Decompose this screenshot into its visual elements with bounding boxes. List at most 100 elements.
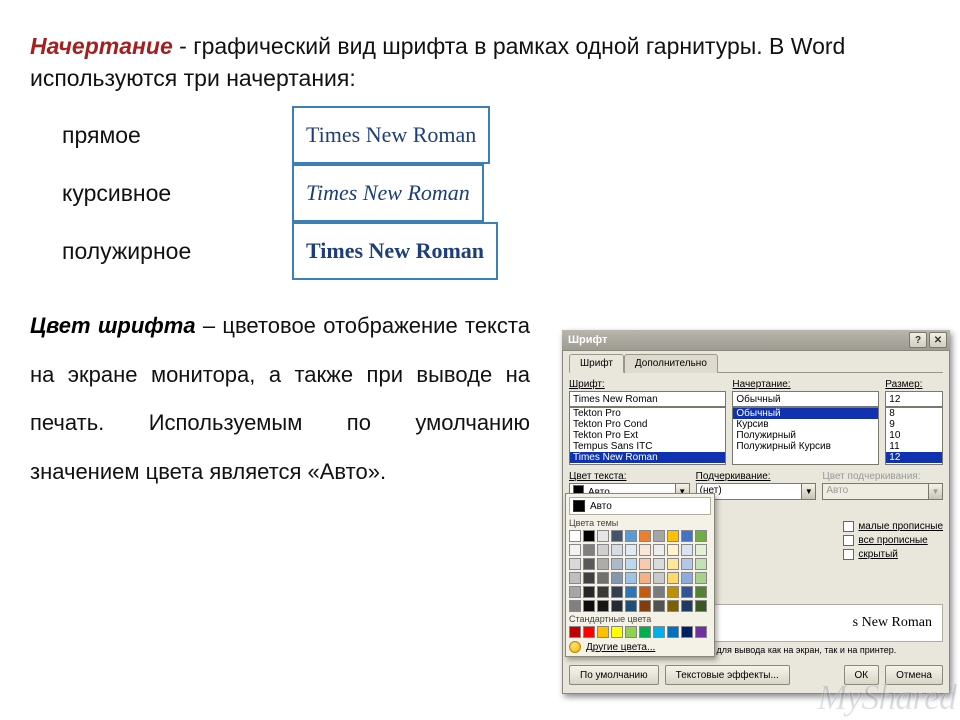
color-swatch[interactable] bbox=[639, 586, 651, 598]
list-option[interactable]: Tekton Pro bbox=[570, 408, 725, 419]
color-swatch[interactable] bbox=[597, 544, 609, 556]
color-swatch[interactable] bbox=[611, 530, 623, 542]
color-swatch[interactable] bbox=[667, 558, 679, 570]
list-option[interactable]: 9 bbox=[886, 419, 942, 430]
list-option[interactable]: Обычный bbox=[733, 408, 878, 419]
color-swatch[interactable] bbox=[597, 558, 609, 570]
style-input[interactable] bbox=[732, 391, 879, 407]
color-swatch[interactable] bbox=[569, 558, 581, 570]
titlebar[interactable]: Шрифт ? ✕ bbox=[562, 330, 950, 350]
color-swatch[interactable] bbox=[625, 600, 637, 612]
default-button[interactable]: По умолчанию bbox=[569, 665, 659, 685]
color-swatch[interactable] bbox=[639, 558, 651, 570]
list-option[interactable]: Полужирный Курсив bbox=[733, 441, 878, 452]
color-swatch[interactable] bbox=[681, 544, 693, 556]
list-option[interactable]: Tekton Pro Cond bbox=[570, 419, 725, 430]
color-swatch[interactable] bbox=[597, 586, 609, 598]
color-swatch[interactable] bbox=[681, 600, 693, 612]
color-swatch[interactable] bbox=[695, 626, 707, 638]
color-swatch[interactable] bbox=[695, 600, 707, 612]
color-swatch[interactable] bbox=[611, 558, 623, 570]
checkbox-hidden[interactable]: скрытый bbox=[843, 549, 943, 560]
color-swatch[interactable] bbox=[653, 626, 665, 638]
color-swatch[interactable] bbox=[639, 544, 651, 556]
color-swatch[interactable] bbox=[653, 600, 665, 612]
color-swatch[interactable] bbox=[695, 586, 707, 598]
color-swatch[interactable] bbox=[597, 600, 609, 612]
more-colors[interactable]: Другие цвета... bbox=[569, 641, 711, 653]
color-swatch[interactable] bbox=[569, 626, 581, 638]
help-button[interactable]: ? bbox=[909, 332, 927, 348]
color-swatch[interactable] bbox=[639, 600, 651, 612]
color-swatch[interactable] bbox=[653, 586, 665, 598]
ok-button[interactable]: ОК bbox=[844, 665, 880, 685]
list-option[interactable]: Tekton Pro Ext bbox=[570, 430, 725, 441]
color-auto[interactable]: Авто bbox=[569, 497, 711, 515]
color-swatch[interactable] bbox=[681, 586, 693, 598]
color-swatch[interactable] bbox=[597, 626, 609, 638]
list-option[interactable]: 11 bbox=[886, 441, 942, 452]
color-swatch[interactable] bbox=[583, 586, 595, 598]
font-listbox[interactable]: Tekton Pro Tekton Pro Cond Tekton Pro Ex… bbox=[569, 407, 726, 465]
color-swatch[interactable] bbox=[611, 586, 623, 598]
color-swatch[interactable] bbox=[625, 558, 637, 570]
color-swatch[interactable] bbox=[583, 558, 595, 570]
color-swatch[interactable] bbox=[569, 600, 581, 612]
color-swatch[interactable] bbox=[667, 586, 679, 598]
color-swatch[interactable] bbox=[597, 572, 609, 584]
list-option[interactable]: Курсив bbox=[733, 419, 878, 430]
color-swatch[interactable] bbox=[695, 544, 707, 556]
size-listbox[interactable]: 8 9 10 11 12 bbox=[885, 407, 943, 465]
color-swatch[interactable] bbox=[681, 530, 693, 542]
tab-advanced[interactable]: Дополнительно bbox=[624, 354, 718, 373]
color-swatch[interactable] bbox=[583, 626, 595, 638]
color-swatch[interactable] bbox=[569, 572, 581, 584]
color-swatch[interactable] bbox=[695, 572, 707, 584]
color-swatch[interactable] bbox=[583, 572, 595, 584]
color-swatch[interactable] bbox=[667, 600, 679, 612]
color-swatch[interactable] bbox=[653, 572, 665, 584]
list-option[interactable]: 12 bbox=[886, 452, 942, 463]
color-swatch[interactable] bbox=[611, 600, 623, 612]
color-swatch[interactable] bbox=[667, 572, 679, 584]
close-button[interactable]: ✕ bbox=[929, 332, 947, 348]
color-swatch[interactable] bbox=[583, 600, 595, 612]
color-swatch[interactable] bbox=[681, 558, 693, 570]
color-swatch[interactable] bbox=[681, 572, 693, 584]
color-swatch[interactable] bbox=[639, 572, 651, 584]
font-input[interactable] bbox=[569, 391, 726, 407]
color-swatch[interactable] bbox=[625, 572, 637, 584]
list-option[interactable]: Полужирный bbox=[733, 430, 878, 441]
color-swatch[interactable] bbox=[569, 544, 581, 556]
color-swatch[interactable] bbox=[653, 558, 665, 570]
size-input[interactable] bbox=[885, 391, 943, 407]
color-swatch[interactable] bbox=[653, 544, 665, 556]
color-swatch[interactable] bbox=[583, 530, 595, 542]
style-listbox[interactable]: Обычный Курсив Полужирный Полужирный Кур… bbox=[732, 407, 879, 465]
dropdown-icon[interactable]: ▼ bbox=[801, 484, 815, 499]
color-swatch[interactable] bbox=[611, 572, 623, 584]
tab-font[interactable]: Шрифт bbox=[569, 354, 624, 373]
color-swatch[interactable] bbox=[625, 530, 637, 542]
list-option[interactable]: 8 bbox=[886, 408, 942, 419]
color-swatch[interactable] bbox=[597, 530, 609, 542]
color-swatch[interactable] bbox=[667, 544, 679, 556]
color-swatch[interactable] bbox=[611, 544, 623, 556]
color-swatch[interactable] bbox=[583, 544, 595, 556]
color-swatch[interactable] bbox=[653, 530, 665, 542]
color-swatch[interactable] bbox=[625, 626, 637, 638]
color-swatch[interactable] bbox=[569, 586, 581, 598]
list-option[interactable]: 10 bbox=[886, 430, 942, 441]
list-option[interactable]: Tempus Sans ITC bbox=[570, 441, 725, 452]
color-swatch[interactable] bbox=[625, 586, 637, 598]
color-swatch[interactable] bbox=[639, 626, 651, 638]
color-swatch[interactable] bbox=[681, 626, 693, 638]
color-swatch[interactable] bbox=[667, 530, 679, 542]
color-swatch[interactable] bbox=[639, 530, 651, 542]
color-swatch[interactable] bbox=[569, 530, 581, 542]
color-swatch[interactable] bbox=[695, 530, 707, 542]
text-effects-button[interactable]: Текстовые эффекты... bbox=[665, 665, 790, 685]
checkbox-allcaps[interactable]: все прописные bbox=[843, 535, 943, 546]
color-swatch[interactable] bbox=[695, 558, 707, 570]
list-option[interactable]: Times New Roman bbox=[570, 452, 725, 463]
